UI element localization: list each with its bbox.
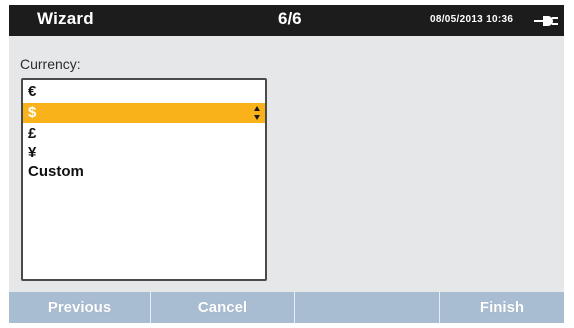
currency-option-pound[interactable]: £ [23, 124, 265, 144]
spinner-arrows-icon [254, 106, 260, 120]
ac-plug-icon [534, 16, 558, 26]
currency-listbox[interactable]: € $ £ ¥ Custom [21, 78, 267, 281]
title-bar: Wizard 6/6 08/05/2013 10:36 [9, 5, 564, 36]
step-indicator: 6/6 [278, 9, 302, 28]
window-title: Wizard [37, 9, 94, 28]
device-screen: Wizard 6/6 08/05/2013 10:36 Currency: € … [9, 5, 564, 323]
currency-option-label: $ [28, 104, 37, 121]
empty-softkey[interactable] [295, 292, 440, 323]
currency-label: Currency: [20, 56, 81, 72]
date-time: 08/05/2013 10:36 [430, 14, 514, 25]
currency-option-custom[interactable]: Custom [23, 162, 265, 182]
currency-option-euro[interactable]: € [23, 82, 265, 102]
previous-button[interactable]: Previous [9, 292, 151, 323]
finish-button[interactable]: Finish [440, 292, 564, 323]
currency-option-dollar[interactable]: $ [23, 103, 265, 123]
cancel-button[interactable]: Cancel [151, 292, 295, 323]
softkey-bar: Previous Cancel Finish [9, 292, 564, 323]
currency-option-yen[interactable]: ¥ [23, 143, 265, 163]
